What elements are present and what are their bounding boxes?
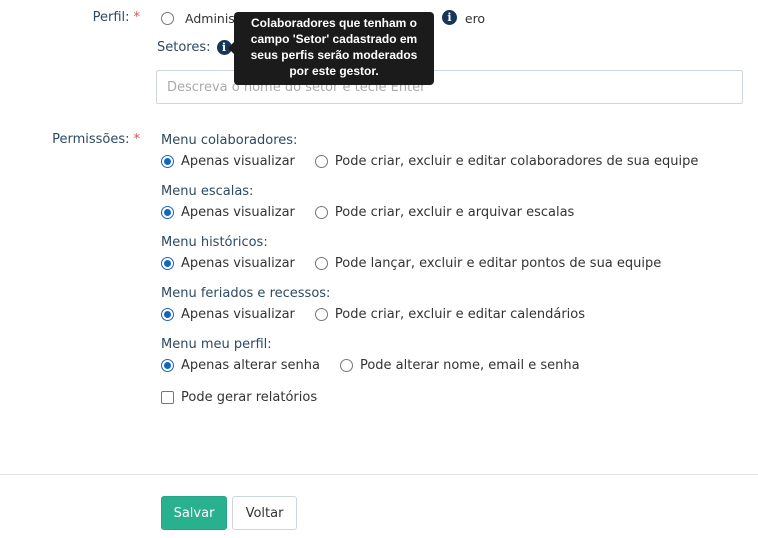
option-full-access[interactable]: Pode criar, excluir e editar colaborador… [314, 154, 698, 169]
radio-unselected[interactable] [314, 257, 328, 270]
permission-group-colaboradores: Menu colaboradores: Apenas visualizar Po… [161, 133, 718, 169]
radio-selected[interactable] [161, 155, 174, 168]
permission-group-feriados: Menu feriados e recessos: Apenas visuali… [161, 286, 605, 322]
option-view-only[interactable]: Apenas visualizar [161, 154, 295, 169]
permissoes-label: Permissões: * [52, 132, 141, 147]
setores-label-row: Setores: i [157, 40, 232, 55]
perfil-label: Perfil: * [92, 10, 141, 25]
group-title: Menu históricos: [161, 235, 268, 250]
option-view-only[interactable]: Apenas visualizar [161, 307, 295, 322]
option-view-only[interactable]: Apenas visualizar [161, 205, 295, 220]
radio-selected[interactable] [161, 308, 174, 321]
option-full-access[interactable]: Pode criar, excluir e arquivar escalas [314, 205, 574, 220]
required-mark: * [133, 132, 141, 147]
radio-unselected[interactable] [314, 308, 328, 321]
group-title: Menu feriados e recessos: [161, 286, 331, 301]
perfil-option-trailing-text: ero [464, 11, 486, 26]
radio-selected[interactable] [161, 206, 174, 219]
option-view-only[interactable]: Apenas visualizar [161, 256, 295, 271]
group-title: Menu escalas: [161, 184, 254, 199]
relatorios-checkbox[interactable] [161, 391, 174, 404]
radio-unselected[interactable] [314, 155, 328, 168]
back-button[interactable]: Voltar [232, 496, 297, 530]
radio-selected[interactable] [161, 257, 174, 270]
group-title: Menu colaboradores: [161, 133, 298, 148]
radio-unselected[interactable] [339, 359, 353, 372]
permission-group-meu-perfil: Menu meu perfil: Apenas alterar senha Po… [161, 337, 600, 373]
option-full-profile-edit[interactable]: Pode alterar nome, email e senha [339, 358, 580, 373]
relatorios-label: Pode gerar relatórios [181, 390, 318, 405]
option-password-only[interactable]: Apenas alterar senha [161, 358, 320, 373]
required-mark: * [133, 10, 141, 25]
relatorios-checkbox-row[interactable]: Pode gerar relatórios [161, 390, 317, 405]
save-button[interactable]: Salvar [161, 496, 227, 530]
perfil-radio[interactable] [161, 12, 174, 25]
setores-label: Setores: [157, 40, 211, 55]
permission-group-escalas: Menu escalas: Apenas visualizar Pode cri… [161, 184, 594, 220]
permission-group-historicos: Menu históricos: Apenas visualizar Pode … [161, 235, 681, 271]
option-full-access[interactable]: Pode criar, excluir e editar calendários [314, 307, 585, 322]
option-full-access[interactable]: Pode lançar, excluir e editar pontos de … [314, 256, 661, 271]
radio-selected[interactable] [161, 359, 174, 372]
radio-unselected[interactable] [314, 206, 328, 219]
info-icon[interactable]: i [442, 10, 457, 25]
form-divider [0, 474, 758, 475]
setores-tooltip: Colaboradores que tenham o campo 'Setor'… [228, 12, 434, 85]
group-title: Menu meu perfil: [161, 337, 272, 352]
